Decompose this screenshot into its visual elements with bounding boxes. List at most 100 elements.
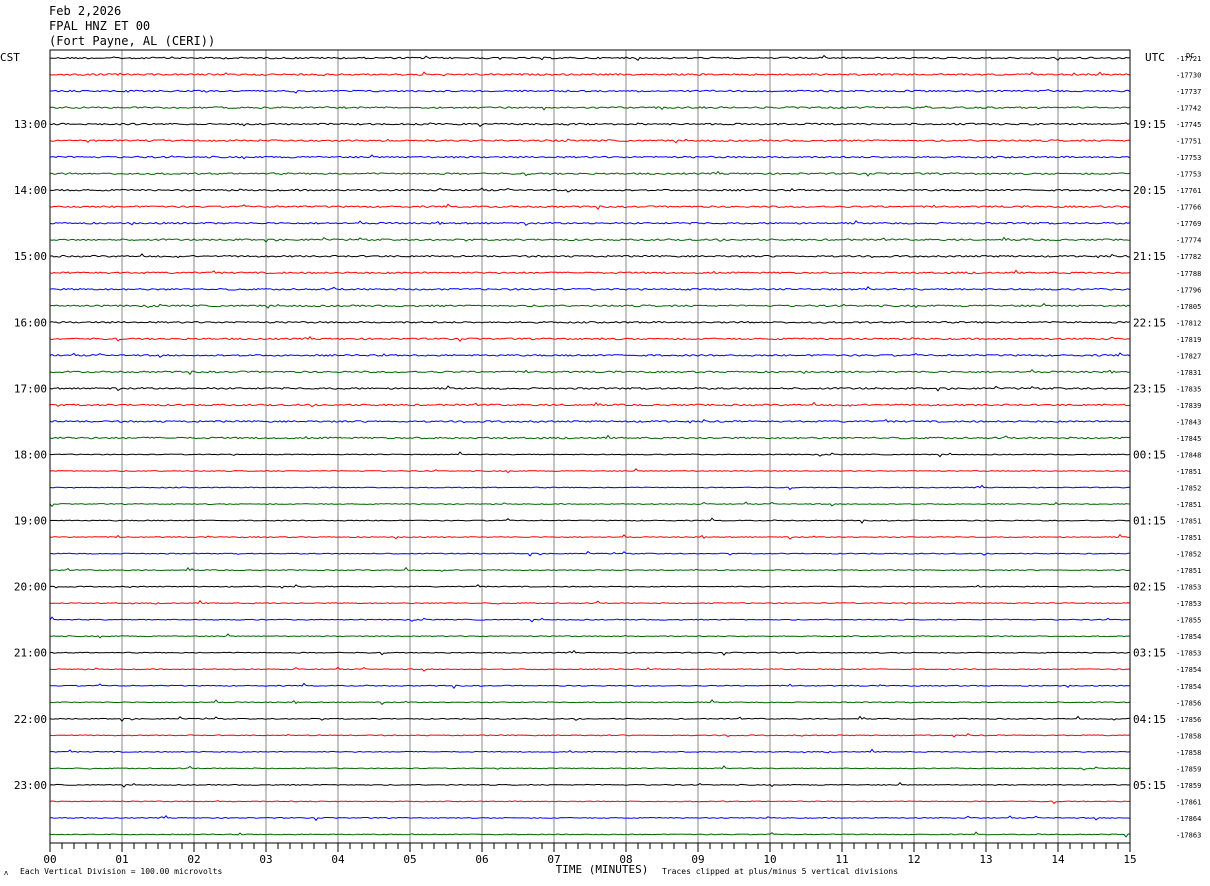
seismic-trace-line [49,236,1131,243]
dc-offset-label: -17827 [1176,352,1201,360]
seismic-trace-line [50,89,1131,94]
seismic-trace-line [49,352,1131,358]
dc-offset-label: -17745 [1176,121,1201,129]
dc-offset-label: -17853 [1176,584,1201,592]
x-tick-label: 05 [403,853,416,866]
seismic-traces [49,54,1131,838]
dc-offset-label: -17812 [1176,319,1201,327]
seismic-trace-line [49,434,1131,440]
dc-offset-label: -17854 [1176,683,1201,691]
seismic-trace-line [49,649,1131,656]
dc-offset-label: -17761 [1176,187,1201,195]
plot-frame [49,49,1131,844]
utc-hour-label: 04:15 [1133,713,1166,726]
dc-offset-label: -17858 [1176,749,1201,757]
dc-offset-label: -17851 [1176,501,1201,509]
dc-offset-label: -17859 [1176,782,1201,790]
seismic-trace-line [49,699,1131,706]
clip-note: Traces clipped at plus/minus 5 vertical … [662,867,899,876]
seismic-trace-line [49,584,1131,589]
seismic-trace-line [49,566,1131,572]
x-tick-label: 14 [1051,853,1065,866]
x-tick-label: 09 [691,853,704,866]
seismic-trace-line [49,418,1131,424]
cst-hour-label: 14:00 [14,184,47,197]
dc-offset-label: -17852 [1176,551,1201,559]
scale-note: Each Vertical Division = 100.00 microvol… [20,867,223,876]
dc-offset-label: -17751 [1176,138,1201,146]
cst-hour-label: 22:00 [14,713,47,726]
dc-offset-label: -17864 [1176,815,1201,823]
x-tick-label: 11 [835,853,848,866]
dc-offset-label: -17835 [1176,385,1201,393]
dc-offset-label: -17721 [1176,55,1201,63]
x-tick-label: 10 [763,853,776,866]
cst-hour-label: 15:00 [14,250,47,263]
dc-offset-label: -17853 [1176,600,1201,608]
seismic-trace-line [49,748,1131,754]
x-tick-label: 12 [907,853,920,866]
utc-hour-label: 23:15 [1133,382,1166,395]
dc-offset-label: -17753 [1176,154,1201,162]
dc-offset-label: -17851 [1176,534,1201,542]
dc-offset-label: -17856 [1176,699,1201,707]
seismic-trace-line [49,484,1131,491]
seismic-trace-line [49,269,1131,275]
dc-offset-label: -17852 [1176,485,1201,493]
seismic-trace-line [49,468,1131,474]
cst-hour-label: 17:00 [14,382,47,395]
dc-offset-label: -17843 [1176,418,1201,426]
cst-hour-label: 13:00 [14,118,47,131]
dc-offset-label: -17782 [1176,253,1201,261]
seismic-trace-line [49,401,1131,408]
seismic-trace-line [49,533,1131,540]
cst-hour-label: 20:00 [14,581,47,594]
dc-offset-label: -17848 [1176,452,1201,460]
cst-hour-label: 16:00 [14,316,47,329]
dc-offset-label: -17737 [1176,88,1201,96]
seismic-trace-line [49,320,1131,324]
dc-offset-label: -17788 [1176,270,1201,278]
seismic-trace-line [49,335,1131,343]
dc-offset-label: -17839 [1176,402,1201,410]
utc-hour-label: 22:15 [1133,316,1166,329]
x-axis-title: TIME (MINUTES) [556,863,649,876]
utc-hour-label: 21:15 [1133,250,1166,263]
corner-mark: ʌ [4,869,9,877]
seismic-trace-line [49,732,1131,738]
seismic-trace-line [49,154,1131,160]
seismic-trace-line [49,550,1130,557]
seismic-trace-line [49,765,1131,771]
seismic-trace-line [49,385,1131,392]
seismic-trace-line [49,122,1131,128]
helicorder-plot: DC-17721-17730-17737-17742-17745-17751-1… [0,49,1201,876]
x-tick-label: 06 [475,853,488,866]
dc-offset-label: -17856 [1176,716,1201,724]
dc-offset-label: -17831 [1176,369,1201,377]
cst-hour-label: 18:00 [14,449,47,462]
cst-axis-title: CST [0,51,20,64]
dc-offset-label: -17819 [1176,336,1201,344]
seismic-trace-line [49,71,1131,77]
utc-hour-label: 00:15 [1133,449,1166,462]
seismic-trace-line [49,517,1131,524]
dc-offset-label: -17854 [1176,633,1201,641]
x-tick-label: 15 [1123,853,1136,866]
seismic-trace-line [49,666,1131,672]
seismic-trace-line [49,451,1131,458]
utc-hour-label: 20:15 [1133,184,1166,197]
seismic-trace-line [49,815,1131,822]
dc-offset-label: -17855 [1176,617,1201,625]
seismic-trace-line [49,105,1131,111]
seismic-trace-line [49,302,1131,309]
cst-hour-label: 21:00 [14,647,47,660]
x-tick-label: 00 [43,853,56,866]
dc-offset-label: -17859 [1176,765,1201,773]
seismic-trace-line [49,170,1131,177]
seismic-trace-line [49,831,1131,838]
seismic-trace-line [49,616,1131,623]
seismic-trace-line [49,253,1130,259]
dc-offset-label: -17851 [1176,567,1201,575]
utc-hour-label: 01:15 [1133,515,1166,528]
utc-hour-label: 19:15 [1133,118,1166,131]
